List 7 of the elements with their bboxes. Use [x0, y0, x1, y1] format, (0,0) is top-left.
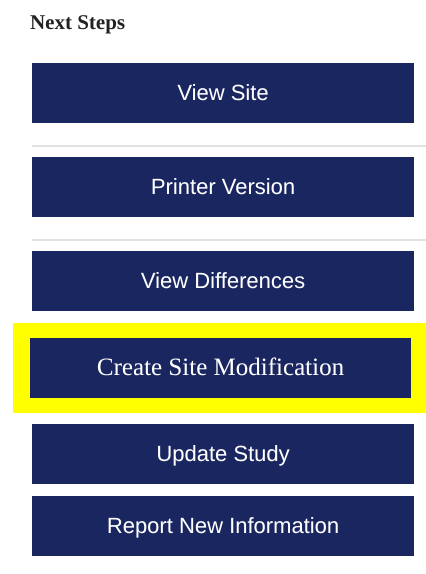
action-button[interactable]: Report New Information — [32, 496, 414, 556]
action-button[interactable]: View Site — [32, 63, 414, 123]
action-button[interactable]: Update Study — [32, 424, 414, 484]
action-button[interactable]: View Differences — [32, 251, 414, 311]
section-heading: Next Steps — [29, 10, 126, 35]
action-button[interactable]: Printer Version — [32, 157, 414, 217]
action-button[interactable]: Create Site Modification — [30, 338, 411, 398]
